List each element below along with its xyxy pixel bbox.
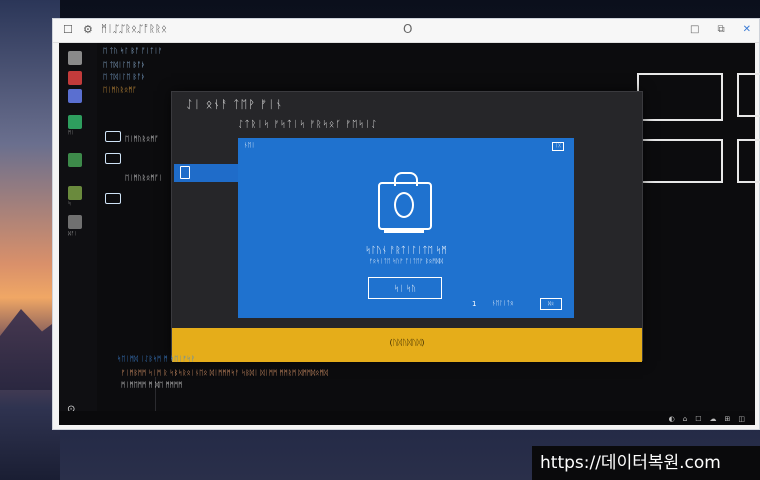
modal-badge[interactable]: ᛁᚷ [552,142,564,151]
modal-description: ᚠᛟᛋᛁᛏᛖ ᛋᚢᚠ ᚩᛁᛏᛖᚠ ᛒᛟᛗᛞᛞ [368,258,444,265]
dialog-title: ᛇᛁ ᛟᚾᚨ ᛏᛖᚹ ᚠᛁᚾ [186,98,284,111]
store-logo-ring [394,192,414,218]
window-icon[interactable] [105,153,121,164]
banner-label: (ᚢᛞᚢᛞᚢᛞ) [389,338,425,347]
window-outline [637,139,723,183]
panel-item[interactable]: ᛖ ᛏᚢ ᛋᛚ ᛒᚩ ᚩᛁᛏᛁᚨ [103,47,162,55]
explorer-panel: ᛖ ᛏᚢ ᛋᛚ ᛒᚩ ᚩᛁᛏᛁᚨ ᛖ ᛏᛞᛁᛚᛖ ᛒᚩᚦ ᛖ ᛏᛞᛁᛚᛖ ᛒᚩᚦ… [99,43,169,425]
tray-icon[interactable]: ⊞ [725,415,731,423]
panel-item[interactable]: ᛖᛁᛗᚢᚱᛟᛗᚩ [103,86,137,94]
setup-dialog: ᛇᛁ ᛟᚾᚨ ᛏᛖᚹ ᚠᛁᚾ ᛇᛏᚱᛁᛋ ᚠᛋᛏᛁᛋ ᚠᚱᛋᛟᚴ ᚠᛖᛋᛁᛇ ᚾ… [171,91,643,362]
desktop-wallpaper [0,0,60,480]
app-icon[interactable] [68,51,82,65]
rail-label: ᛗᛁ [68,130,75,136]
phone-icon[interactable] [68,153,82,167]
window-menu-icon[interactable]: ☐ [63,23,73,36]
restore-button[interactable]: ⧉ [717,24,724,35]
title-bar: ☐ ⚙ ᛗᛁᛢᛢᚱᛟᛢᚩᚱᚱᛟ O □ ⧉ ✕ [53,19,759,43]
system-tray: ◐ ⌂ ☐ ☁ ⊞ ◫ [669,415,745,423]
window-outline [637,73,723,121]
maximize-button[interactable]: □ [690,24,699,35]
image-icon[interactable] [68,115,82,129]
app-window: ☐ ⚙ ᛗᛁᛢᛢᚱᛟᛢᚩᚱᚱᛟ O □ ⧉ ✕ ᛗᛁ ᛋ ᛞᚩᛁ ⊙ ᛖ ᛏᚢ … [52,18,760,430]
rail-label: ᛋ [68,201,72,207]
close-button[interactable]: ✕ [743,24,751,35]
window-outline [737,73,760,117]
modal-action-button[interactable]: ᛋᛁ ᛋᚢ [368,277,442,299]
folder-icon[interactable] [68,186,82,200]
icon-rail: ᛗᛁ ᛋ ᛞᚩᛁ ⊙ [59,43,97,425]
store-bag-icon [378,172,432,233]
store-modal: ᚾᛖᛁ ᛁᚷ ᛋᛚᚢᚾ ᚨᚱᛏᛁᛚᛁᛏᛖ ᛋᛗ ᚠᛟᛋᛁᛏᛖ ᛋᚢᚠ ᚩᛁᛏᛖᚠ… [238,138,574,318]
app-screen: ᛗᛁ ᛋ ᛞᚩᛁ ⊙ ᛖ ᛏᚢ ᛋᛚ ᛒᚩ ᚩᛁᛏᛁᚨ ᛖ ᛏᛞᛁᛚᛖ ᛒᚩᚦ … [59,43,760,425]
tray-icon[interactable]: ☐ [695,415,701,423]
tray-icon[interactable]: ◫ [738,415,745,423]
monitor-icon[interactable] [105,131,121,142]
taskbar: ◐ ⌂ ☐ ☁ ⊞ ◫ [59,411,755,425]
settings-icon[interactable]: ⚙ [83,23,93,36]
panel-item[interactable]: ᛖ ᛏᛞᛁᛚᛖ ᛒᚩᚦ [103,73,145,81]
modal-link[interactable]: ᚾᛖᛚᛁᛏᛟ [492,300,514,307]
window-outline [737,139,760,183]
rail-label: ᛞᚩᛁ [68,231,78,237]
modal-checkbox[interactable]: ᛞᛟ [540,298,562,310]
tray-icon[interactable]: ⌂ [683,415,687,423]
window-title: ᛗᛁᛢᛢᚱᛟᛢᚩᚱᚱᛟ [101,24,167,35]
tools-icon[interactable] [68,215,82,229]
watermark-url: https://데이터복원.com [532,446,760,480]
log-line: ᛗᛁᛗᛖᛗᛗ ᛗ ᛞᛖ ᛗᛗᛗᛗ [121,381,183,389]
camera-icon[interactable] [68,71,82,85]
window-controls: □ ⧉ ✕ [690,24,751,35]
banner-bar[interactable]: (ᚢᛞᚢᛞᚢᛞ) [172,328,642,362]
modal-number: 1 [472,300,477,308]
display-icon[interactable] [105,193,121,204]
document-icon [180,166,190,179]
selected-item[interactable] [174,164,238,182]
modal-header-label: ᚾᛖᛁ [244,142,255,149]
store-bag-base [384,229,424,233]
log-line: ᚠᛁᛗᛒᛗᛗ ᛋᛁᛗ ᚱ ᛋᛒᛋᚱᛟᛁᚾᛖᛟ ᛞᛁᛗᛗᛗᛋᚨ ᛋᛒᛞᛁ ᛞᛁᛗᛗ… [121,369,328,377]
modal-heading: ᛋᛚᚢᚾ ᚨᚱᛏᛁᛚᛁᛏᛖ ᛋᛗ [365,246,447,256]
panel-item[interactable]: ᛖᛁᛗᚢᚱᛟᛗᚩ [125,135,159,143]
dialog-subtitle: ᛇᛏᚱᛁᛋ ᚠᛋᛏᛁᛋ ᚠᚱᛋᛟᚴ ᚠᛖᛋᛁᛇ [238,120,378,130]
tray-icon[interactable]: ◐ [669,415,675,423]
log-line: ᛋᛖᛁᛗᛞ ᛁᛇᛒᛋᛗ ᛗ ᛋᛖᛁᚠᛋᚹ [117,355,196,363]
panel-item[interactable]: ᛖᛁᛗᚢᚱᛟᛗᚩᛁ [125,174,163,182]
tray-icon[interactable]: ☁ [710,415,717,423]
window-center-icon: O [403,22,413,36]
people-icon[interactable] [68,89,82,103]
panel-item[interactable]: ᛖ ᛏᛞᛁᛚᛖ ᛒᚩᚦ [103,61,145,69]
